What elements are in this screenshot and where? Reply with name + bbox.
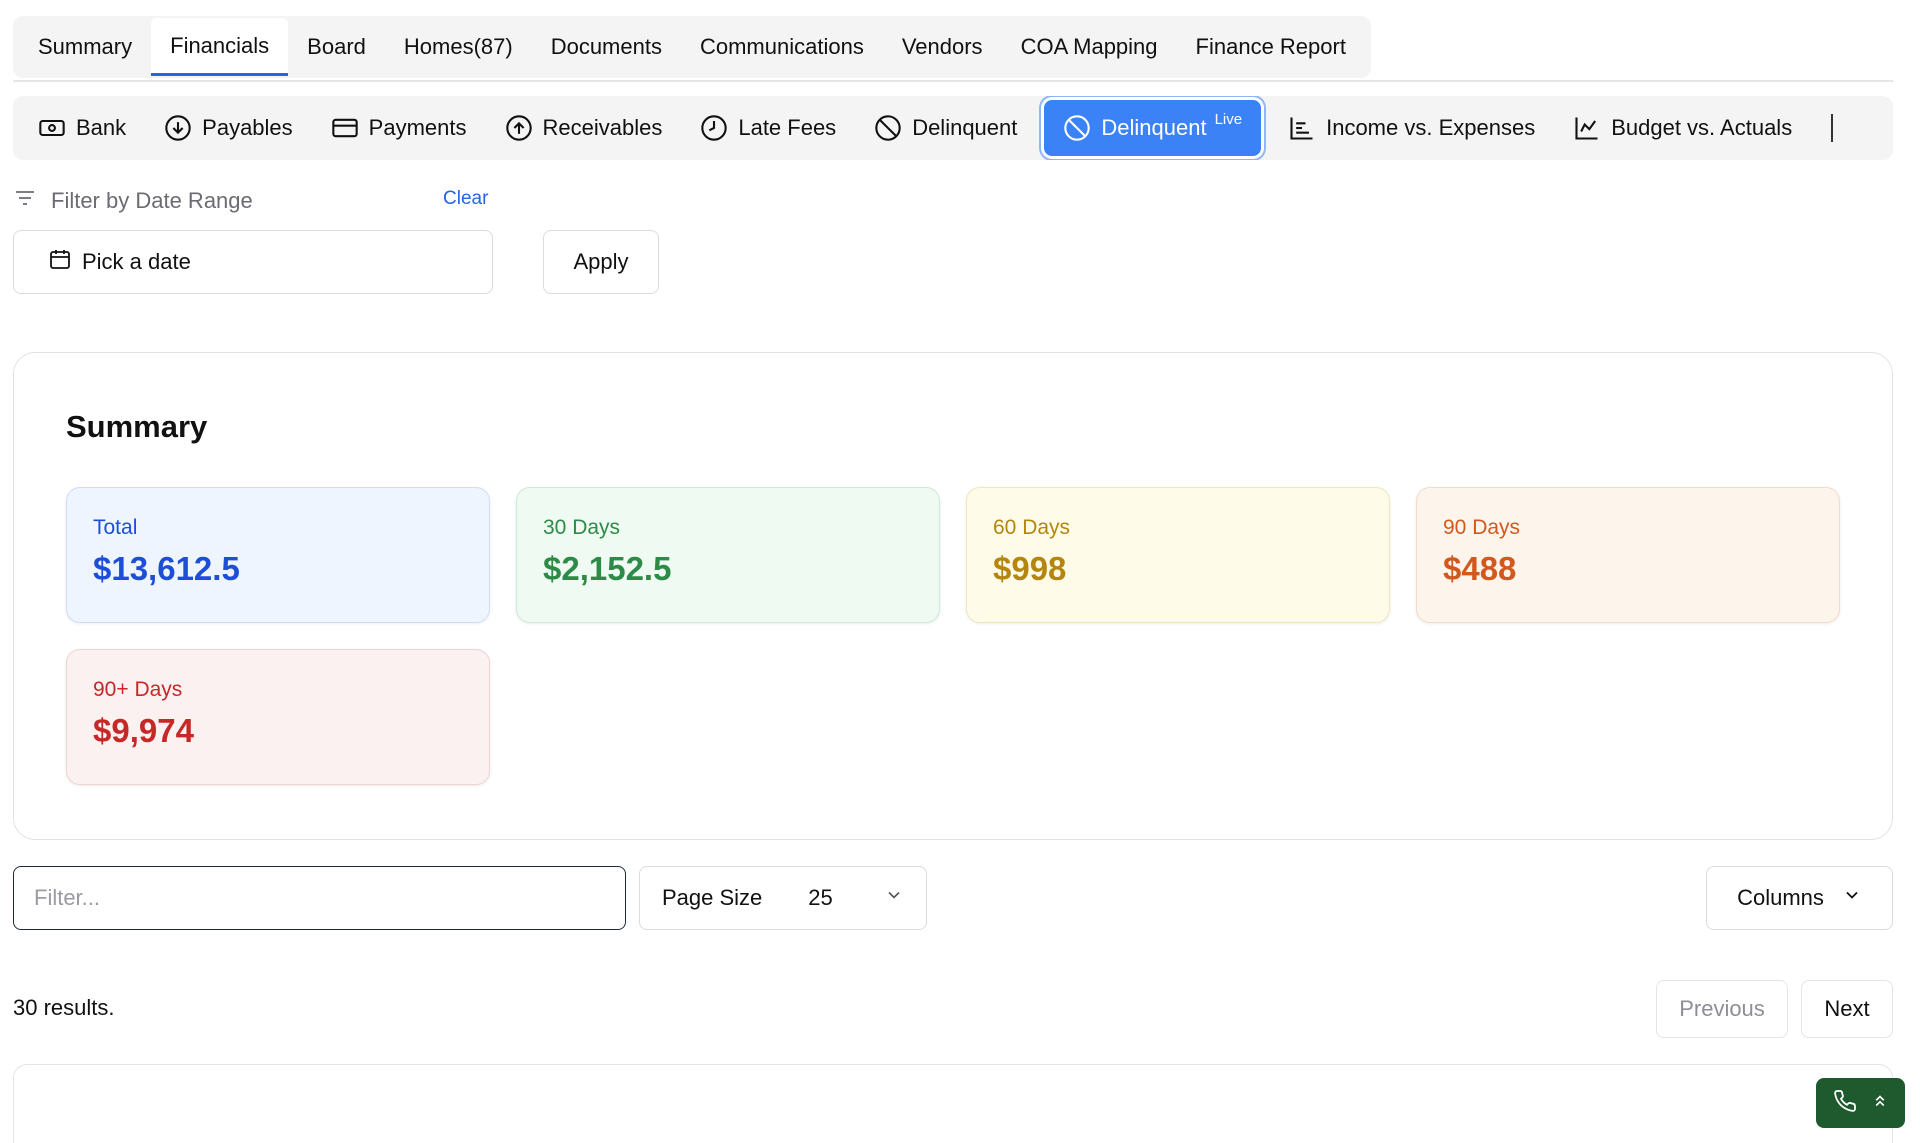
apply-button[interactable]: Apply: [543, 230, 659, 294]
clear-filter-link[interactable]: Clear: [443, 188, 488, 210]
card-label: 60 Days: [993, 516, 1071, 539]
summary-title: Summary: [66, 409, 208, 444]
subtab-late-fees[interactable]: Late Fees: [681, 100, 855, 156]
ban-icon: [1063, 114, 1091, 142]
date-range-filter-label: Filter by Date Range: [13, 186, 253, 216]
ban-icon: [874, 114, 902, 142]
previous-page-button[interactable]: Previous: [1656, 980, 1788, 1038]
summary-card-30-days: 30 Days $2,152.5: [516, 487, 940, 623]
tab-coa-mapping[interactable]: COA Mapping: [1002, 18, 1177, 76]
data-table: [13, 1064, 1893, 1143]
subtab-payments[interactable]: Payments: [312, 100, 486, 156]
date-picker-placeholder: Pick a date: [82, 249, 191, 274]
tab-financials[interactable]: Financials: [151, 18, 289, 76]
filter-label-text: Filter by Date Range: [51, 188, 253, 213]
summary-card-total: Total $13,612.5: [66, 487, 490, 623]
page-size-value: 25: [808, 885, 833, 910]
tab-documents[interactable]: Documents: [532, 18, 681, 76]
subtab-receivables[interactable]: Receivables: [486, 100, 682, 156]
subtab-label: Delinquent: [912, 115, 1018, 140]
chevrons-up-icon: [1871, 1092, 1889, 1115]
credit-card-icon: [331, 114, 359, 142]
arrow-up-circle-icon: [505, 114, 533, 142]
card-value: $9,974: [93, 712, 194, 749]
date-picker-button[interactable]: Pick a date: [13, 230, 493, 294]
subtab-label: Delinquent: [1101, 115, 1207, 140]
phone-widget-button[interactable]: [1816, 1078, 1905, 1128]
card-value: $488: [1443, 550, 1517, 587]
tab-board[interactable]: Board: [288, 18, 385, 76]
summary-card-90-days: 90 Days $488: [1416, 487, 1840, 623]
page-size-select[interactable]: Page Size 25: [639, 866, 927, 930]
phone-icon: [1833, 1089, 1857, 1118]
card-label: 30 Days: [543, 516, 621, 539]
tab-communications[interactable]: Communications: [681, 18, 883, 76]
table-filter-input[interactable]: [13, 866, 626, 930]
card-label: Total: [93, 516, 138, 539]
chevron-down-icon: [1842, 885, 1862, 911]
filter-icon: [13, 186, 37, 216]
chevron-down-icon: [884, 885, 904, 911]
summary-card-60-days: 60 Days $998: [966, 487, 1390, 623]
subtab-label: Budget vs. Actuals: [1611, 115, 1793, 140]
tab-homes[interactable]: Homes(87): [385, 18, 532, 76]
cash-icon: [38, 114, 66, 142]
subtab-label: Receivables: [542, 115, 663, 140]
subtab-delinquent[interactable]: Delinquent: [855, 100, 1036, 156]
calendar-icon: [48, 247, 72, 277]
top-tabs: Summary Financials Board Homes(87) Docum…: [13, 16, 1371, 78]
line-chart-icon: [1573, 114, 1601, 142]
next-page-button[interactable]: Next: [1801, 980, 1893, 1038]
tab-vendors[interactable]: Vendors: [883, 18, 1002, 76]
financial-sub-tabs: Bank Payables Payments Receivables Late …: [13, 96, 1893, 160]
tab-summary[interactable]: Summary: [19, 18, 151, 76]
tab-divider: [1831, 114, 1834, 142]
clock-icon: [700, 114, 728, 142]
subtab-label: Income vs. Expenses: [1326, 115, 1536, 140]
subtab-payables[interactable]: Payables: [145, 100, 312, 156]
tab-finance-report[interactable]: Finance Report: [1177, 18, 1365, 76]
summary-panel: Summary Total $13,612.5 30 Days $2,152.5…: [13, 352, 1893, 840]
card-value: $2,152.5: [543, 550, 672, 587]
columns-dropdown-button[interactable]: Columns: [1706, 866, 1893, 930]
subtab-label: Payables: [202, 115, 293, 140]
card-label: 90 Days: [1443, 516, 1521, 539]
subtab-delinquent-live[interactable]: Delinquent Live: [1044, 100, 1262, 156]
page-size-label: Page Size: [662, 885, 763, 910]
card-label: 90+ Days: [93, 678, 183, 701]
subtab-income-vs-expenses[interactable]: Income vs. Expenses: [1269, 100, 1554, 156]
subtab-budget-vs-actuals[interactable]: Budget vs. Actuals: [1554, 100, 1811, 156]
card-value: $13,612.5: [93, 550, 240, 587]
subtab-label: Bank: [76, 115, 127, 140]
summary-card-90-plus-days: 90+ Days $9,974: [66, 649, 490, 785]
bar-chart-icon: [1288, 114, 1316, 142]
results-count: 30 results.: [13, 995, 115, 1020]
subtab-label: Late Fees: [738, 115, 837, 140]
columns-label: Columns: [1737, 885, 1824, 910]
top-tab-bar: Summary Financials Board Homes(87) Docum…: [13, 16, 1893, 82]
arrow-down-circle-icon: [164, 114, 192, 142]
live-badge: Live: [1214, 110, 1243, 128]
subtab-label: Payments: [368, 115, 467, 140]
card-value: $998: [993, 550, 1067, 587]
subtab-bank[interactable]: Bank: [19, 100, 145, 156]
